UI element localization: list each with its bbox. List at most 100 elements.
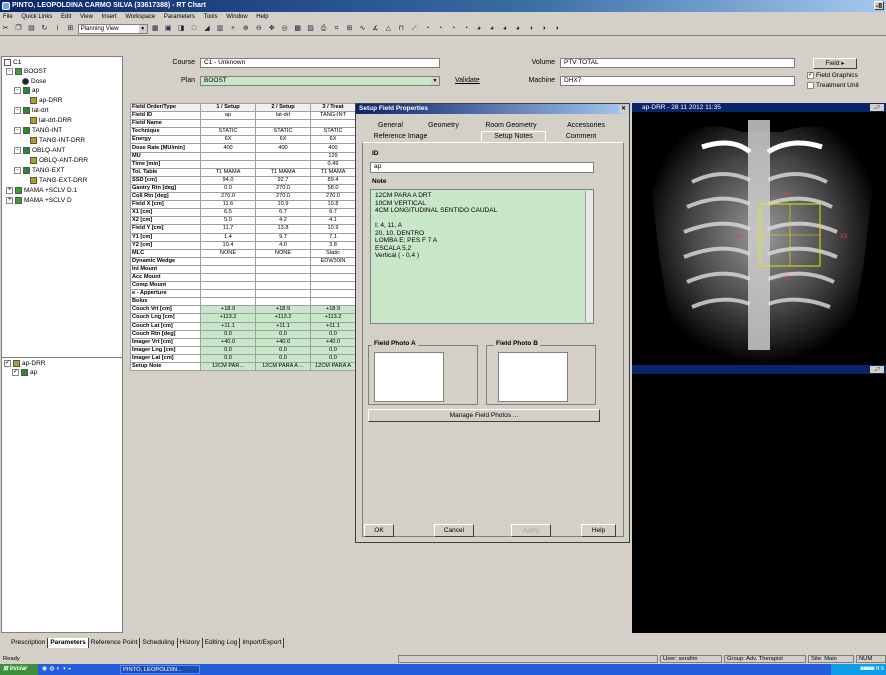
field-button[interactable]: Field ▸: [813, 58, 857, 69]
grid-cell[interactable]: [310, 289, 356, 299]
grid-cell[interactable]: +40.0: [255, 337, 311, 347]
drr-image-view[interactable]: ap-DRR - 28 11 2012 11:35 _□ X1 X2 Y2 Y1: [632, 103, 886, 365]
collapse-icon[interactable]: -: [14, 147, 21, 154]
grid-cell[interactable]: 270.0: [255, 183, 311, 194]
grid-cell[interactable]: 4.2: [255, 216, 311, 226]
grid-cell[interactable]: lat-drt: [255, 111, 311, 121]
checkbox-icon[interactable]: [807, 82, 814, 89]
grid-cell[interactable]: 0.0: [200, 329, 256, 339]
grid-cell[interactable]: ap: [200, 111, 256, 121]
grid-cell[interactable]: +18.9: [310, 305, 356, 315]
tool-a-icon[interactable]: ◔: [423, 24, 432, 33]
grid-cell[interactable]: [310, 119, 356, 129]
grid-cell[interactable]: 89.4: [310, 175, 356, 185]
close-icon[interactable]: ✕: [619, 105, 628, 113]
grid-cell[interactable]: 0.0: [255, 329, 311, 339]
collapse-icon[interactable]: -: [14, 87, 21, 94]
tool-d-icon[interactable]: ◔: [462, 24, 471, 33]
tab-parameters[interactable]: Parameters: [48, 638, 89, 648]
manage-field-photos-button[interactable]: Manage Field Photos ...: [368, 409, 600, 422]
tree-item-lat-drt-drr[interactable]: lat-drt-DRR: [30, 117, 72, 125]
grid-cell[interactable]: +18.9: [200, 305, 256, 315]
tree-item-lat-drt[interactable]: - lat-drt: [14, 107, 49, 115]
crosshair-icon[interactable]: +: [228, 24, 237, 33]
grid-cell[interactable]: [255, 151, 311, 161]
grid-cell[interactable]: NONE: [200, 248, 256, 258]
tool-h-icon[interactable]: ◕: [513, 24, 522, 33]
grid-cell[interactable]: EDW30IN: [310, 256, 356, 266]
note-scrollbar[interactable]: [585, 191, 593, 322]
grid-cell[interactable]: +113.2: [310, 313, 356, 323]
treatment-unit-option[interactable]: Treatment Unit: [807, 82, 859, 89]
menu-window[interactable]: Window: [226, 14, 247, 20]
tab-reference-image[interactable]: Reference Image: [368, 132, 433, 141]
tool-i-icon[interactable]: ◑: [526, 24, 535, 33]
grid-cell[interactable]: 92.7: [255, 175, 311, 185]
cancel-button[interactable]: Cancel: [434, 524, 474, 537]
tree-item-tang-int[interactable]: - TANG-INT: [14, 127, 62, 135]
tab-editing-log[interactable]: Editing Log: [203, 638, 241, 648]
tool-c-icon[interactable]: ◔: [449, 24, 458, 33]
tree-item-tang-ext[interactable]: - TANG-EXT: [14, 167, 64, 175]
print-icon[interactable]: ⎙: [319, 24, 328, 33]
scale-icon[interactable]: ⌗: [332, 24, 341, 33]
grid-cell[interactable]: 1.4: [200, 232, 256, 242]
tree-item-mama-sclv-d1[interactable]: + MAMA +SCLV D.1: [6, 187, 77, 195]
menu-tools[interactable]: Tools: [204, 14, 218, 20]
grid-cell[interactable]: 94.0: [200, 175, 256, 185]
grid-cell[interactable]: 0.0: [310, 345, 356, 355]
tool-f-icon[interactable]: ◕: [487, 24, 496, 33]
grid-cell[interactable]: 129: [310, 151, 356, 161]
grid-cell[interactable]: [200, 281, 256, 291]
grid-cell[interactable]: 11.6: [200, 200, 256, 210]
collapse-icon[interactable]: -: [14, 167, 21, 174]
grid-cell[interactable]: T1 MAMA: [255, 167, 311, 177]
grid-cell[interactable]: 10.8: [310, 200, 356, 210]
chart-icon[interactable]: ▥: [215, 24, 224, 33]
plan-select[interactable]: BOOST ▼: [200, 76, 440, 86]
validate-button[interactable]: Validate: [455, 76, 480, 86]
grid-cell[interactable]: Static: [310, 248, 356, 258]
tab-accessories[interactable]: Accessories: [556, 121, 616, 130]
tree-item-tang-int-drr[interactable]: TANG-INT-DRR: [30, 137, 85, 145]
tree-item-ap[interactable]: - ap: [14, 87, 39, 95]
menu-edit[interactable]: Edit: [61, 14, 71, 20]
triangle-icon[interactable]: △: [384, 24, 393, 33]
tree-icon[interactable]: ⊞: [66, 24, 75, 33]
secondary-image-view[interactable]: _□: [632, 365, 886, 633]
grid-cell[interactable]: 0.49: [310, 159, 356, 169]
ok-button[interactable]: OK: [364, 524, 394, 537]
grid-cell[interactable]: TANG-INT: [310, 111, 356, 121]
zoom-in-icon[interactable]: ⊕: [241, 24, 250, 33]
grid-cell[interactable]: [255, 256, 311, 266]
tree-item-boost[interactable]: - BOOST: [6, 68, 47, 76]
grid-icon[interactable]: ▩: [293, 24, 302, 33]
tool-g-icon[interactable]: ◕: [500, 24, 509, 33]
zoom-out-icon[interactable]: ⊖: [254, 24, 263, 33]
tree-item-tang-ext-drr[interactable]: TANG-EXT-DRR: [30, 177, 87, 185]
checkbox-checked-icon[interactable]: ✓: [807, 72, 814, 79]
window-controls-icon[interactable]: _□: [870, 366, 884, 373]
grid-cell[interactable]: 9.7: [255, 232, 311, 242]
window-icon[interactable]: ▣: [164, 24, 173, 33]
collapse-icon[interactable]: -: [14, 127, 21, 134]
grid-cell[interactable]: [200, 297, 256, 307]
grid-cell[interactable]: 0.0: [310, 353, 356, 364]
grid-cell[interactable]: 6X: [200, 135, 256, 145]
grid-cell[interactable]: STATIC: [200, 127, 256, 137]
menu-file[interactable]: File: [3, 14, 13, 20]
expand-icon[interactable]: +: [6, 197, 13, 204]
box-icon[interactable]: ⊓: [397, 24, 406, 33]
info-icon[interactable]: i: [53, 24, 62, 33]
refresh-icon[interactable]: ↻: [40, 24, 49, 33]
start-button[interactable]: ⊞ Iniciar: [0, 664, 38, 675]
grid-cell[interactable]: 6X: [310, 135, 356, 145]
tray-icons[interactable]: ◙◙◙◙: [860, 666, 876, 672]
tree-item-mama-sclv-d[interactable]: + MAMA +SCLV D: [6, 197, 72, 205]
grid-cell[interactable]: [310, 272, 356, 283]
grid-cell[interactable]: [255, 297, 311, 307]
grid-cell[interactable]: STATIC: [255, 127, 311, 137]
grid-cell[interactable]: 7.1: [310, 232, 356, 242]
field-photo-b[interactable]: [498, 352, 568, 402]
grid-cell[interactable]: 4.1: [310, 216, 356, 226]
